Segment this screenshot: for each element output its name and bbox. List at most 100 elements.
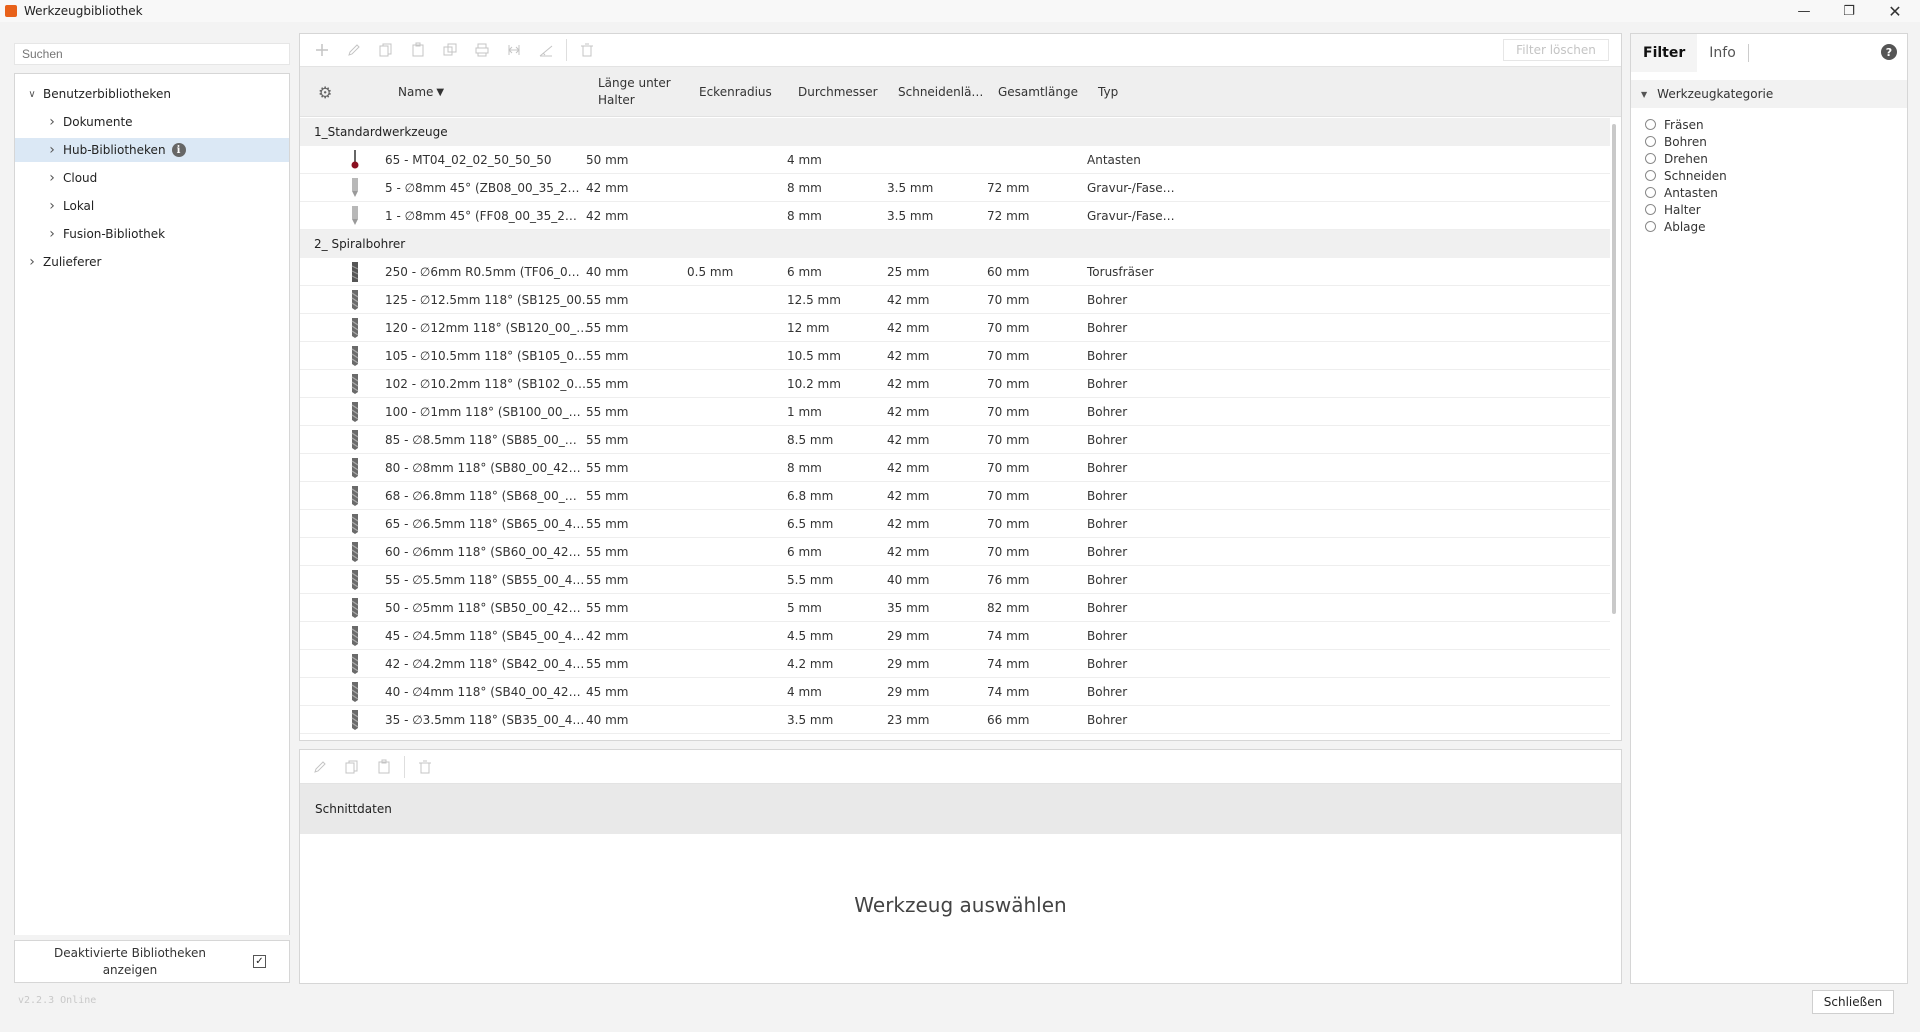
copy-icon[interactable] bbox=[336, 755, 368, 779]
minimize-icon[interactable]: — bbox=[1781, 0, 1827, 22]
tab-filter[interactable]: Filter bbox=[1631, 34, 1698, 72]
table-row[interactable]: 5 - ∅8mm 45° (ZB08_00_35_2… 42 mm 8 mm 3.5 … bbox=[300, 174, 1610, 202]
chevron-right-icon[interactable]: › bbox=[45, 142, 59, 158]
filter-panel: Filter Info ? ▼ Werkzeugkategorie Fräsen… bbox=[1630, 33, 1908, 984]
table-row[interactable]: 60 - ∅6mm 118° (SB60_00_42… 55 mm 6 mm 42 m… bbox=[300, 538, 1610, 566]
cutting-length-cell: 42 mm bbox=[887, 377, 930, 391]
delete-icon[interactable] bbox=[409, 755, 441, 779]
deactivated-libraries-checkbox[interactable]: ✓ bbox=[253, 955, 266, 968]
table-scrollbar[interactable] bbox=[1612, 124, 1616, 614]
close-button[interactable]: Schließen bbox=[1812, 990, 1894, 1014]
column-cutting-length[interactable]: Schneidenlä… bbox=[898, 67, 983, 117]
table-row[interactable]: 50 - ∅5mm 118° (SB50_00_42… 55 mm 5 mm 35 m… bbox=[300, 594, 1610, 622]
category-option[interactable]: Fräsen bbox=[1645, 116, 1704, 133]
type-cell: Bohrer bbox=[1087, 349, 1128, 363]
edit-icon[interactable] bbox=[304, 755, 336, 779]
table-row[interactable]: 35 - ∅3.5mm 118° (SB35_00_4… 40 mm 3.5 mm 2… bbox=[300, 706, 1610, 734]
group-header[interactable]: 1_Standardwerkzeuge bbox=[300, 118, 1610, 146]
tab-info[interactable]: Info bbox=[1697, 34, 1748, 72]
category-header[interactable]: ▼ Werkzeugkategorie bbox=[1631, 80, 1907, 108]
table-row[interactable]: 125 - ∅12.5mm 118° (SB125_00… 55 mm 12.5 m… bbox=[300, 286, 1610, 314]
radio-button[interactable] bbox=[1645, 221, 1656, 232]
table-row[interactable]: 55 - ∅5.5mm 118° (SB55_00_4… 55 mm 5.5 mm 4… bbox=[300, 566, 1610, 594]
table-row[interactable]: 80 - ∅8mm 118° (SB80_00_42… 55 mm 8 mm 42 m… bbox=[300, 454, 1610, 482]
table-row[interactable]: 100 - ∅1mm 118° (SB100_00_… 55 mm 1 mm 42 m… bbox=[300, 398, 1610, 426]
close-icon[interactable]: ✕ bbox=[1872, 0, 1918, 22]
diameter-cell: 6 mm bbox=[787, 545, 822, 559]
table-row[interactable]: 105 - ∅10.5mm 118° (SB105_0… 55 mm 10.5 mm… bbox=[300, 342, 1610, 370]
type-cell: Bohrer bbox=[1087, 713, 1128, 727]
radio-button[interactable] bbox=[1645, 136, 1656, 147]
category-option[interactable]: Antasten bbox=[1645, 184, 1718, 201]
paste-icon[interactable] bbox=[402, 38, 434, 62]
chevron-right-icon[interactable]: › bbox=[45, 170, 59, 186]
add-icon[interactable] bbox=[306, 38, 338, 62]
category-option[interactable]: Schneiden bbox=[1645, 167, 1727, 184]
category-label: Antasten bbox=[1664, 185, 1718, 200]
delete-icon[interactable] bbox=[571, 38, 603, 62]
column-length[interactable]: Länge unter Halter bbox=[598, 67, 671, 117]
edit-icon[interactable] bbox=[338, 38, 370, 62]
gear-icon[interactable]: ⚙ bbox=[318, 83, 332, 102]
filter-clear-button[interactable]: Filter löschen bbox=[1503, 39, 1609, 61]
radio-button[interactable] bbox=[1645, 204, 1656, 215]
group-header[interactable]: 2_ Spiralbohrer bbox=[300, 230, 1610, 258]
table-row[interactable]: 120 - ∅12mm 118° (SB120_00_… 55 mm 12 mm 42… bbox=[300, 314, 1610, 342]
measure-icon[interactable] bbox=[530, 38, 562, 62]
tool-name-cell: 65 - MT04_02_02_50_50_50 bbox=[385, 153, 552, 167]
column-name[interactable]: Name ▼ bbox=[398, 67, 444, 117]
column-total-length[interactable]: Gesamtlänge bbox=[998, 67, 1078, 117]
category-option[interactable]: Drehen bbox=[1645, 150, 1708, 167]
copy-icon[interactable] bbox=[370, 38, 402, 62]
table-row[interactable]: 85 - ∅8.5mm 118° (SB85_00_… 55 mm 8.5 mm 42… bbox=[300, 426, 1610, 454]
type-cell: Gravur-/Fase… bbox=[1087, 209, 1175, 223]
length-cell: 55 mm bbox=[586, 545, 629, 559]
info-icon[interactable]: i bbox=[171, 143, 186, 157]
tree-item-5[interactable]: › Fusion-Bibliothek bbox=[15, 222, 289, 246]
column-corner-radius[interactable]: Eckenradius bbox=[699, 67, 772, 117]
table-row[interactable]: 68 - ∅6.8mm 118° (SB68_00_… 55 mm 6.8 mm 42… bbox=[300, 482, 1610, 510]
restore-icon[interactable]: ❐ bbox=[1826, 0, 1872, 22]
diameter-cell: 6.8 mm bbox=[787, 489, 834, 503]
category-option[interactable]: Halter bbox=[1645, 201, 1701, 218]
table-row[interactable]: 45 - ∅4.5mm 118° (SB45_00_4… 42 mm 4.5 mm 2… bbox=[300, 622, 1610, 650]
chevron-down-icon[interactable]: ∨ bbox=[25, 89, 39, 100]
table-row[interactable]: 65 - ∅6.5mm 118° (SB65_00_4… 55 mm 6.5 mm 4… bbox=[300, 510, 1610, 538]
category-label: Halter bbox=[1664, 202, 1701, 217]
category-option[interactable]: Ablage bbox=[1645, 218, 1706, 235]
table-row[interactable]: 1 - ∅8mm 45° (FF08_00_35_2… 42 mm 8 mm 3.5 … bbox=[300, 202, 1610, 230]
paste-icon[interactable] bbox=[368, 755, 400, 779]
tree-item-6[interactable]: › Zulieferer bbox=[15, 250, 289, 274]
print-icon[interactable] bbox=[466, 38, 498, 62]
column-type[interactable]: Typ bbox=[1098, 67, 1118, 117]
table-row[interactable]: 42 - ∅4.2mm 118° (SB42_00_4… 55 mm 4.2 mm 2… bbox=[300, 650, 1610, 678]
chevron-right-icon[interactable]: › bbox=[45, 226, 59, 242]
radio-button[interactable] bbox=[1645, 153, 1656, 164]
chevron-right-icon[interactable]: › bbox=[45, 114, 59, 130]
duplicate-icon[interactable] bbox=[434, 38, 466, 62]
tool-name-cell: 40 - ∅4mm 118° (SB40_00_42… bbox=[385, 685, 581, 699]
length-cell: 55 mm bbox=[586, 405, 629, 419]
chevron-right-icon[interactable]: › bbox=[45, 198, 59, 214]
length-cell: 55 mm bbox=[586, 601, 629, 615]
column-diameter[interactable]: Durchmesser bbox=[798, 67, 878, 117]
tree-item-4[interactable]: › Lokal bbox=[15, 194, 289, 218]
radio-button[interactable] bbox=[1645, 119, 1656, 130]
table-row[interactable]: 65 - MT04_02_02_50_50_50 50 mm 4 mm Antaste… bbox=[300, 146, 1610, 174]
table-row[interactable]: 250 - ∅6mm R0.5mm (TF06_0… 40 mm 0.5 mm 6 m… bbox=[300, 258, 1610, 286]
table-row[interactable]: 40 - ∅4mm 118° (SB40_00_42… 45 mm 4 mm 29 m… bbox=[300, 678, 1610, 706]
help-icon[interactable]: ? bbox=[1881, 44, 1897, 60]
search-input[interactable] bbox=[14, 43, 290, 65]
deactivated-libraries-toggle[interactable]: Deaktivierte Bibliotheken anzeigen ✓ bbox=[14, 940, 290, 983]
radio-button[interactable] bbox=[1645, 187, 1656, 198]
tree-item-2[interactable]: › Hub-Bibliotheken i bbox=[15, 138, 289, 162]
renumber-icon[interactable] bbox=[498, 38, 530, 62]
table-row[interactable]: 102 - ∅10.2mm 118° (SB102_0… 55 mm 10.2 mm… bbox=[300, 370, 1610, 398]
chevron-right-icon[interactable]: › bbox=[25, 254, 39, 270]
tree-item-1[interactable]: › Dokumente bbox=[15, 110, 289, 134]
tree-item-3[interactable]: › Cloud bbox=[15, 166, 289, 190]
radio-button[interactable] bbox=[1645, 170, 1656, 181]
category-option[interactable]: Bohren bbox=[1645, 133, 1707, 150]
type-cell: Bohrer bbox=[1087, 573, 1128, 587]
tree-item-0[interactable]: ∨ Benutzerbibliotheken bbox=[15, 82, 289, 106]
